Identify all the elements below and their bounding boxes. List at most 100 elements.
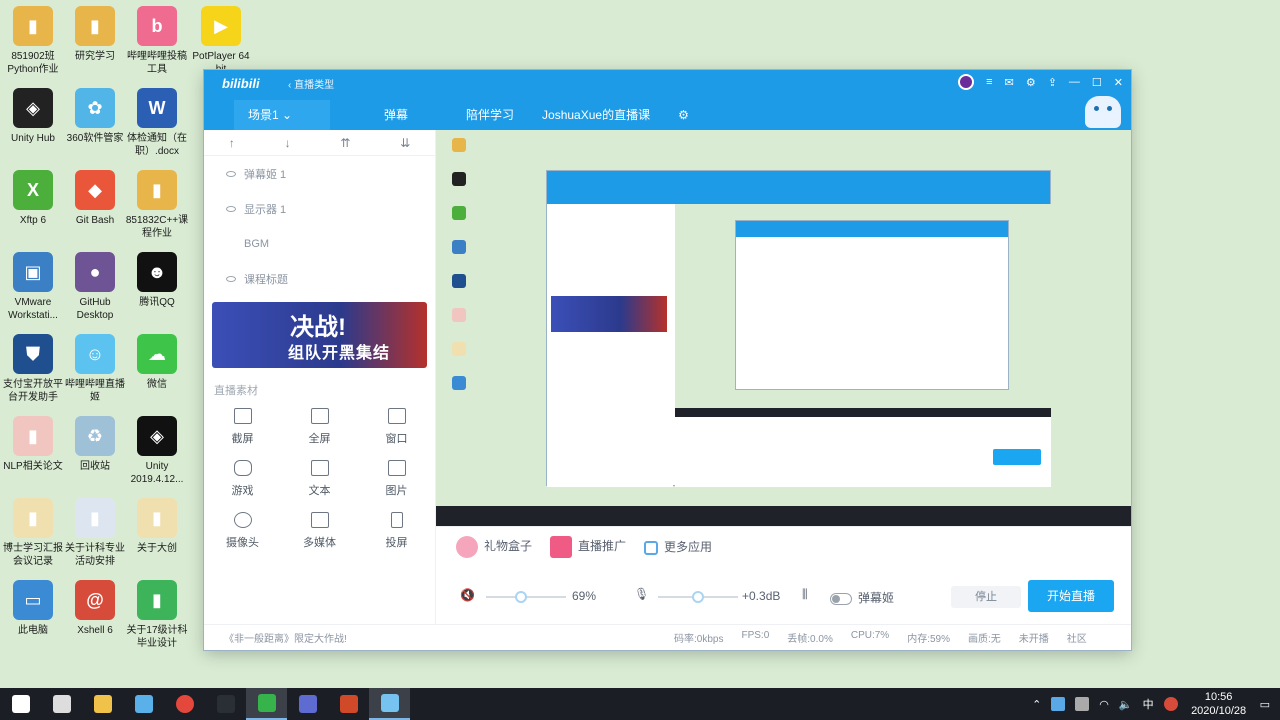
tool-cast[interactable]: 投屏 [358, 512, 435, 550]
promo-banner[interactable]: 决战! 组队开黑集结 [212, 302, 427, 368]
desktop-shortcut[interactable]: ☁ 微信 [124, 334, 190, 391]
promo-button[interactable]: 直播推广 [550, 535, 626, 558]
more-apps-button[interactable]: 更多应用 [644, 538, 712, 555]
ime-indicator[interactable]: 中 [1143, 696, 1154, 712]
desktop-shortcut[interactable]: ◈ Unity 2019.4.12... [124, 416, 190, 486]
tool-image[interactable]: 图片 [358, 460, 435, 498]
tool-camera[interactable]: 摄像头 [204, 512, 281, 550]
eye-icon[interactable] [226, 170, 236, 177]
taskbar-windows-start[interactable] [0, 688, 41, 720]
live-preview[interactable] [436, 130, 1131, 526]
taskbar-pycharm[interactable] [246, 688, 287, 720]
desktop-shortcut[interactable]: ▣ VMware Workstati... [0, 252, 66, 322]
taskbar-bilibili-live[interactable] [369, 688, 410, 720]
source-item[interactable]: 显示器 1 [204, 191, 435, 226]
desktop-shortcut[interactable]: ▮ 关于计科专业活动安排 [62, 498, 128, 568]
desktop-shortcut[interactable]: b 哔哩哔哩投稿工具 [124, 6, 190, 76]
tray-app-icon[interactable] [1075, 697, 1090, 711]
app-icon: b [137, 6, 177, 46]
volume-icon[interactable]: 🔈 [1119, 698, 1133, 711]
community-link[interactable]: 社区 [1067, 630, 1087, 645]
move-up-icon[interactable]: ↑ [229, 136, 235, 150]
tool-text[interactable]: 文本 [281, 460, 358, 498]
desktop-shortcut[interactable]: @ Xshell 6 [62, 580, 128, 637]
user-avatar[interactable] [958, 74, 975, 90]
event-notice[interactable]: 《非一般距离》限定大作战! [204, 630, 674, 645]
microphone-icon[interactable]: 🎙 [634, 587, 649, 601]
taskbar-search[interactable] [41, 688, 82, 720]
mic-slider[interactable] [658, 591, 738, 603]
eye-icon[interactable] [226, 275, 236, 282]
desktop-shortcut[interactable]: ● GitHub Desktop [62, 252, 128, 322]
share-icon[interactable]: ⇪ [1048, 76, 1057, 89]
source-item[interactable]: 课程标题 [204, 261, 435, 296]
taskbar-chrome[interactable] [164, 688, 205, 720]
taskbar-powerpoint[interactable] [328, 688, 369, 720]
live-type-button[interactable]: ‹ 直播类型 [288, 76, 334, 91]
tab-room-title[interactable]: JoshuaXue的直播课 [528, 100, 664, 130]
danmaku-toggle[interactable]: 弹幕姬 [830, 589, 894, 606]
desktop-shortcut[interactable]: ▶PotPlayer 64 bit [188, 6, 254, 76]
desktop-shortcut[interactable]: ▮ 博士学习汇报会议记录 [0, 498, 66, 568]
tab-study[interactable]: 陪伴学习 [452, 100, 528, 130]
tab-scene1[interactable]: 场景1 ⌄ [234, 100, 330, 130]
tray-app-icon[interactable] [1163, 697, 1178, 711]
eye-icon[interactable] [226, 205, 236, 212]
desktop-shortcut[interactable]: ☻ 腾讯QQ [124, 252, 190, 309]
tool-screenshot[interactable]: 截屏 [204, 408, 281, 446]
move-down-icon[interactable]: ↓ [285, 136, 291, 150]
desktop-shortcut[interactable]: ✿ 360软件管家 [62, 88, 128, 145]
desktop-shortcut[interactable]: ⛊ 支付宝开放平台开发助手 [0, 334, 66, 404]
move-bottom-icon[interactable]: ⇊ [400, 136, 410, 150]
minimize-button[interactable]: — [1069, 76, 1080, 88]
source-item[interactable]: 弹幕姬 1 [204, 156, 435, 191]
tool-fullscreen[interactable]: 全屏 [281, 408, 358, 446]
desktop-shortcut[interactable]: W 体检通知（在职）.docx [124, 88, 190, 158]
desktop-shortcut[interactable]: ▮ 851832C++课程作业 [124, 170, 190, 240]
mic-knob[interactable] [692, 591, 704, 603]
maximize-button[interactable]: ☐ [1092, 76, 1102, 89]
taskbar-vs-code[interactable] [287, 688, 328, 720]
clock[interactable]: 10:56 2020/10/28 [1188, 690, 1250, 718]
taskbar-file-explorer[interactable] [82, 688, 123, 720]
preview-nested-title [736, 221, 1008, 237]
wifi-icon[interactable]: ◠ [1099, 698, 1109, 711]
tool-window[interactable]: 窗口 [358, 408, 435, 446]
desktop-shortcut[interactable]: ☺ 哔哩哔哩直播姬 [62, 334, 128, 404]
desktop-shortcut[interactable]: ◆ Git Bash [62, 170, 128, 227]
tool-game[interactable]: 游戏 [204, 460, 281, 498]
window-icon [387, 408, 406, 424]
tab-settings-gear-icon[interactable]: ⚙ [664, 100, 703, 130]
desktop-shortcut[interactable]: ♻ 回收站 [62, 416, 128, 473]
tab-danmaku[interactable]: 弹幕 [370, 100, 422, 130]
notification-icon[interactable]: ▭ [1260, 698, 1270, 711]
mail-icon[interactable]: ✉ [1005, 76, 1014, 89]
desktop-shortcut[interactable]: ▮ 关于17级计科毕业设计 [124, 580, 190, 650]
mixer-icon[interactable]: ⫼ [802, 587, 808, 602]
tray-app-icon[interactable] [1051, 697, 1066, 711]
stop-button[interactable]: 停止 [951, 586, 1021, 608]
taskbar-terminal[interactable] [205, 688, 246, 720]
desktop-shortcut[interactable]: ▮ NLP相关论文 [0, 416, 66, 473]
crop-icon [233, 408, 252, 424]
tool-media[interactable]: 多媒体 [281, 512, 358, 550]
taskbar-cloud-app[interactable] [123, 688, 164, 720]
move-top-icon[interactable]: ⇈ [340, 136, 350, 150]
desktop-shortcut[interactable]: ▮ 851902班Python作业 [0, 6, 66, 76]
start-live-button[interactable]: 开始直播 [1028, 580, 1114, 612]
volume-slider[interactable] [486, 591, 566, 603]
chevron-up-icon[interactable]: ⌃ [1032, 698, 1041, 711]
menu-icon[interactable]: ≡ [986, 76, 992, 88]
close-button[interactable]: ✕ [1114, 76, 1123, 89]
desktop-shortcut[interactable]: ▮ 关于大创 [124, 498, 190, 555]
speaker-mute-icon[interactable]: 🔇 [460, 588, 475, 602]
desktop-shortcut[interactable]: X Xftp 6 [0, 170, 66, 227]
desktop-shortcut[interactable]: ◈ Unity Hub [0, 88, 66, 145]
volume-knob[interactable] [515, 591, 528, 603]
source-item[interactable]: BGM [204, 226, 435, 261]
gift-box-button[interactable]: 礼物盒子 [456, 535, 532, 558]
desktop-shortcut[interactable]: ▮ 研究学习 [62, 6, 128, 63]
windows-taskbar: ⌃ ◠ 🔈 中 10:56 2020/10/28 ▭ [0, 688, 1280, 720]
desktop-shortcut[interactable]: ▭ 此电脑 [0, 580, 66, 637]
settings-icon[interactable]: ⚙ [1026, 76, 1036, 89]
